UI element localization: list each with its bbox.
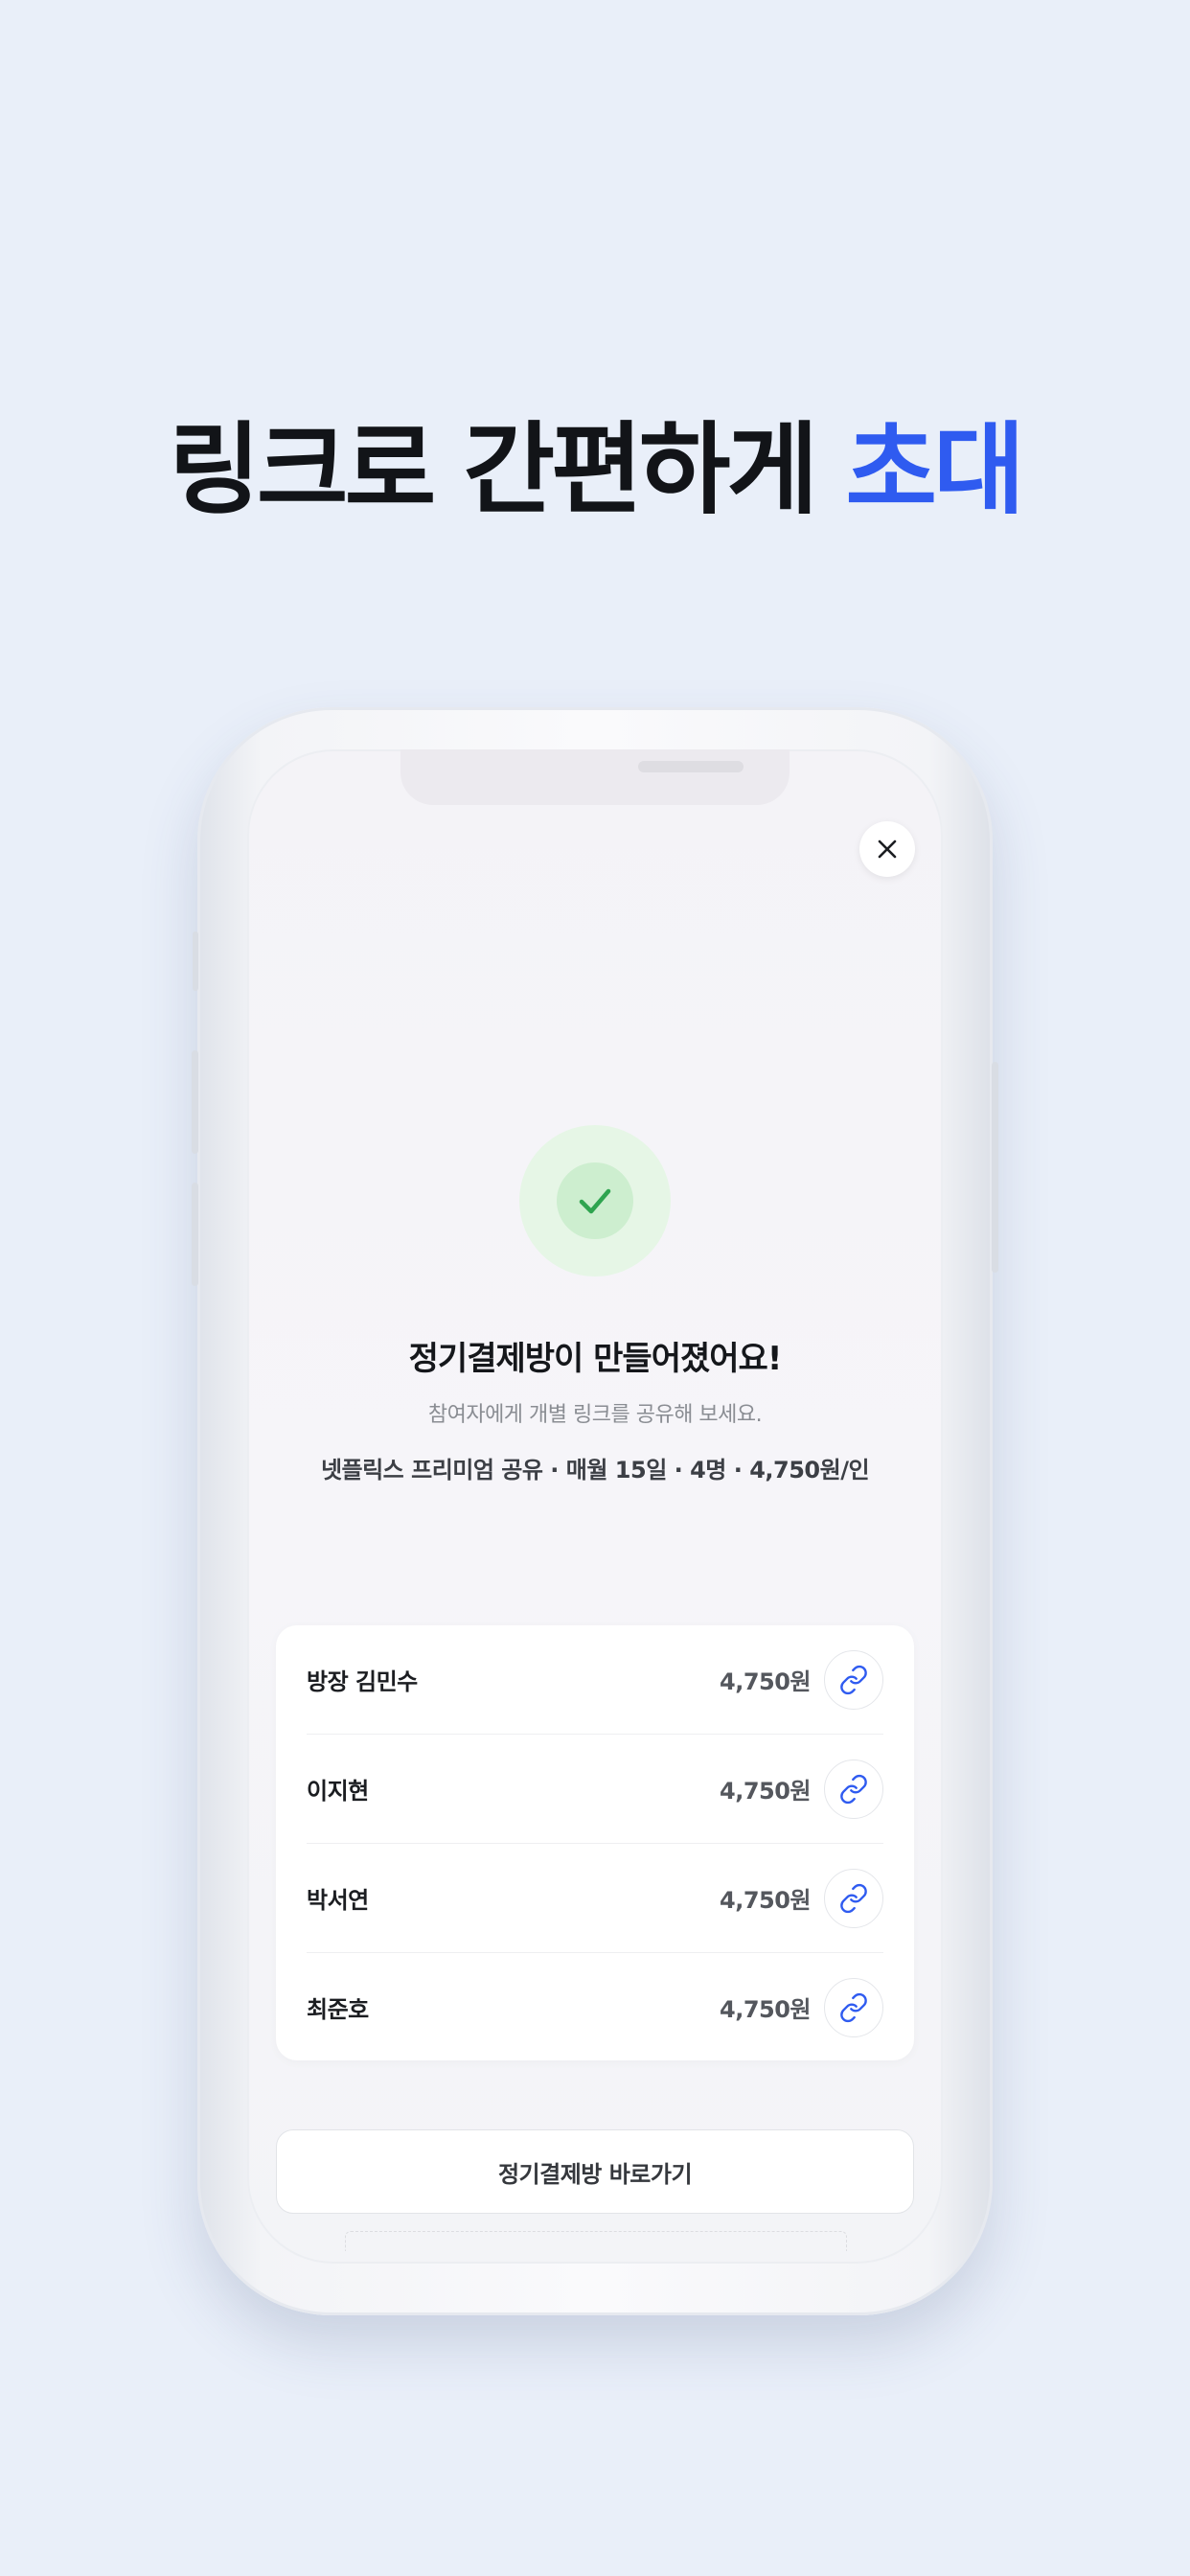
link-icon <box>840 1774 867 1804</box>
home-indicator <box>345 2231 847 2251</box>
member-row: 박서연 4,750원 <box>307 1844 883 1952</box>
headline-accent: 초대 <box>845 411 1024 528</box>
member-name: 박서연 <box>307 1887 369 1914</box>
go-to-room-button[interactable]: 정기결제방 바로가기 <box>276 2129 914 2214</box>
speaker-grille <box>638 761 744 772</box>
link-icon <box>840 1883 867 1913</box>
phone-screen: 정기결제방이 만들어졌어요! 참여자에게 개별 링크를 공유해 보세요. 넷플릭… <box>247 749 943 2264</box>
close-icon <box>878 840 897 859</box>
member-list: 방장 김민수 4,750원 이지현 4,750원 박서연 4,750원 최준호 … <box>276 1625 914 2060</box>
member-name: 최준호 <box>307 1996 369 2023</box>
headline: 링크로 간편하게 초대 <box>0 410 1190 530</box>
copy-link-button[interactable] <box>824 1759 883 1819</box>
member-row: 최준호 4,750원 <box>307 1953 883 2061</box>
close-button[interactable] <box>859 821 915 877</box>
success-subtitle: 참여자에게 개별 링크를 공유해 보세요. <box>427 1403 763 1427</box>
headline-text: 링크로 간편하게 <box>169 411 818 528</box>
phone-mute-switch <box>193 932 198 991</box>
phone-mockup: 정기결제방이 만들어졌어요! 참여자에게 개별 링크를 공유해 보세요. 넷플릭… <box>192 707 998 2315</box>
member-row: 방장 김민수 4,750원 <box>307 1625 883 1734</box>
phone-volume-up <box>192 1050 198 1154</box>
phone-notch <box>400 749 790 805</box>
phone-volume-down <box>192 1183 198 1286</box>
check-icon <box>579 1188 611 1214</box>
member-name: 이지현 <box>307 1778 369 1805</box>
subscription-summary: 넷플릭스 프리미엄 공유 · 매월 15일 · 4명 · 4,750원/인 <box>320 1457 870 1484</box>
success-title: 정기결제방이 만들어졌어요! <box>408 1340 783 1378</box>
member-amount: 4,750원 <box>720 1778 812 1805</box>
member-name: 방장 김민수 <box>307 1668 418 1695</box>
member-row: 이지현 4,750원 <box>307 1735 883 1843</box>
copy-link-button[interactable] <box>824 1649 883 1710</box>
member-amount: 4,750원 <box>720 1996 812 2023</box>
link-icon <box>840 1665 867 1694</box>
member-amount: 4,750원 <box>720 1887 812 1914</box>
phone-power-button <box>992 1062 998 1273</box>
success-badge <box>519 1125 671 1276</box>
link-icon <box>840 1992 867 2022</box>
copy-link-button[interactable] <box>824 1977 883 2037</box>
copy-link-button[interactable] <box>824 1868 883 1928</box>
member-amount: 4,750원 <box>720 1668 812 1695</box>
